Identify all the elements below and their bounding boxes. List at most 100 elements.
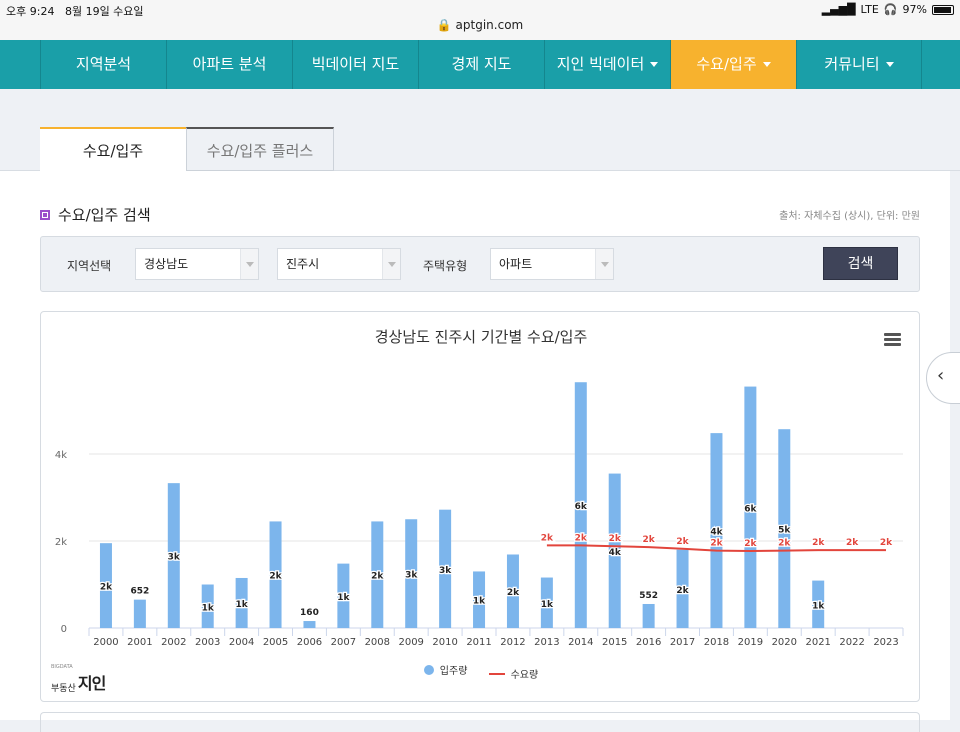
legend-item-demand[interactable]: 수요량 <box>488 666 539 681</box>
nav-item-label: 빅데이터 지도 <box>311 55 400 73</box>
chart-legend: 입주량 수요량 <box>41 662 921 681</box>
province-select[interactable]: 경상남도 <box>135 248 259 280</box>
x-tick-label: 2010 <box>432 637 457 648</box>
address-bar[interactable]: 🔒 aptgin.com <box>0 18 960 40</box>
region-label: 지역선택 <box>67 259 112 273</box>
line-data-label: 2k <box>846 538 859 548</box>
bar-data-label: 6k <box>575 502 588 512</box>
tab-demand-supply-plus[interactable]: 수요/입주 플러스 <box>186 127 334 171</box>
x-tick-label: 2021 <box>805 637 830 648</box>
y-tick-label: 0 <box>61 624 67 635</box>
nav-item-3[interactable]: 경제 지도 <box>418 40 544 89</box>
x-tick-label: 2006 <box>297 637 322 648</box>
nav-item-1[interactable]: 아파트 분석 <box>166 40 292 89</box>
headphones-icon: 🎧 <box>883 3 898 16</box>
legend-label-move-in: 입주량 <box>439 666 468 677</box>
search-button[interactable]: 검색 <box>823 247 898 280</box>
x-tick-label: 2003 <box>195 637 220 648</box>
caret-down-icon <box>762 62 771 67</box>
line-data-label: 2k <box>541 533 554 543</box>
housing-type-select[interactable]: 아파트 <box>490 248 614 280</box>
nav-item-label: 지인 빅데이터 <box>556 55 645 73</box>
x-tick-label: 2008 <box>365 637 390 648</box>
nav-item-label: 경제 지도 <box>451 55 512 73</box>
x-tick-label: 2000 <box>93 637 118 648</box>
nav-item-5[interactable]: 수요/입주 <box>670 40 796 89</box>
chevron-left-icon: ‹ <box>937 365 945 386</box>
section-title: 수요/입주 검색 <box>40 204 151 225</box>
housing-type-label: 주택유형 <box>423 259 468 273</box>
line-data-label: 2k <box>778 539 791 549</box>
x-tick-label: 2016 <box>636 637 661 648</box>
logo-tiny-text: BIGDATA <box>51 664 73 670</box>
x-tick-label: 2017 <box>670 637 695 648</box>
status-bar: 오후 9:24 8월 19일 수요일 ▂▄▆█ LTE 🎧 97% <box>0 0 960 20</box>
x-tick-label: 2012 <box>500 637 525 648</box>
nav-item-6[interactable]: 커뮤니티 <box>796 40 922 89</box>
main-content: 수요/입주 검색 출처: 자체수집 (상시), 단위: 만원 지역선택 경상남도… <box>0 171 950 732</box>
chevron-down-icon <box>595 249 613 279</box>
url-text: aptgin.com <box>455 18 524 32</box>
province-value: 경상남도 <box>144 257 189 271</box>
bar-data-label: 2k <box>100 583 113 593</box>
logo-small-text: 부동산 <box>51 684 76 694</box>
bar-data-label: 1k <box>812 601 825 611</box>
x-tick-label: 2018 <box>704 637 729 648</box>
logo-big-text: 지인 <box>77 674 106 693</box>
bar-data-label: 5k <box>778 526 791 536</box>
x-tick-label: 2015 <box>602 637 627 648</box>
x-tick-label: 2014 <box>568 637 593 648</box>
bar-data-label: 652 <box>130 587 149 597</box>
nav-item-2[interactable]: 빅데이터 지도 <box>292 40 418 89</box>
status-time: 오후 9:24 <box>6 5 55 18</box>
source-note: 출처: 자체수집 (상시), 단위: 만원 <box>779 211 920 222</box>
tab-bar: 수요/입주 수요/입주 플러스 <box>0 89 960 172</box>
x-tick-label: 2009 <box>398 637 423 648</box>
tab-demand-supply[interactable]: 수요/입주 <box>40 127 186 172</box>
legend-dot-icon <box>423 664 434 675</box>
bar-data-label: 3k <box>405 571 418 581</box>
caret-down-icon <box>885 62 894 67</box>
x-tick-label: 2019 <box>738 637 763 648</box>
bar-data-label: 4k <box>609 548 622 558</box>
x-tick-label: 2013 <box>534 637 559 648</box>
status-date: 8월 19일 수요일 <box>64 5 144 18</box>
bar-data-label: 1k <box>337 593 350 603</box>
battery-percent: 97% <box>902 3 927 16</box>
bar-data-label: 2k <box>507 588 520 598</box>
nav-item-0[interactable]: 지역분석 <box>40 40 166 89</box>
x-tick-label: 2002 <box>161 637 186 648</box>
bar-data-label: 1k <box>236 600 249 610</box>
battery-icon <box>932 4 954 15</box>
square-bullet-icon <box>40 209 50 220</box>
legend-label-demand: 수요량 <box>510 670 539 681</box>
city-select[interactable]: 진주시 <box>277 248 401 280</box>
line-data-label: 2k <box>643 535 656 545</box>
bar-data-label: 1k <box>202 603 215 613</box>
city-value: 진주시 <box>286 257 320 271</box>
main-nav: 지역분석 아파트 분석 빅데이터 지도 경제 지도 지인 빅데이터 수요/입주 커뮤니티 <box>0 40 960 89</box>
bar-data-label: 6k <box>744 504 757 514</box>
legend-item-move-in[interactable]: 입주량 <box>423 662 468 677</box>
line-data-label: 2k <box>710 539 723 549</box>
chevron-down-icon <box>382 249 400 279</box>
bar <box>642 603 655 628</box>
bar-data-label: 160 <box>300 608 319 618</box>
x-tick-label: 2007 <box>331 637 356 648</box>
bar-data-label: 1k <box>541 600 554 610</box>
search-panel: 지역선택 경상남도 진주시 주택유형 아파트 검색 <box>40 236 920 292</box>
hamburger-menu-icon[interactable] <box>884 333 901 346</box>
nav-item-label: 커뮤니티 <box>824 55 880 73</box>
network-type: LTE <box>860 3 879 16</box>
x-tick-label: 2022 <box>839 637 864 648</box>
section-title-text: 수요/입주 검색 <box>58 206 151 224</box>
nav-item-4[interactable]: 지인 빅데이터 <box>544 40 670 89</box>
line-data-label: 2k <box>880 538 893 548</box>
bar-data-label: 1k <box>473 597 486 607</box>
y-tick-label: 2k <box>55 537 67 548</box>
nav-item-label: 지역분석 <box>75 55 132 73</box>
bar-data-label: 2k <box>676 586 689 596</box>
signal-icon: ▂▄▆█ <box>821 3 856 16</box>
line-data-label: 2k <box>609 534 622 544</box>
nav-item-label: 아파트 분석 <box>192 55 267 73</box>
